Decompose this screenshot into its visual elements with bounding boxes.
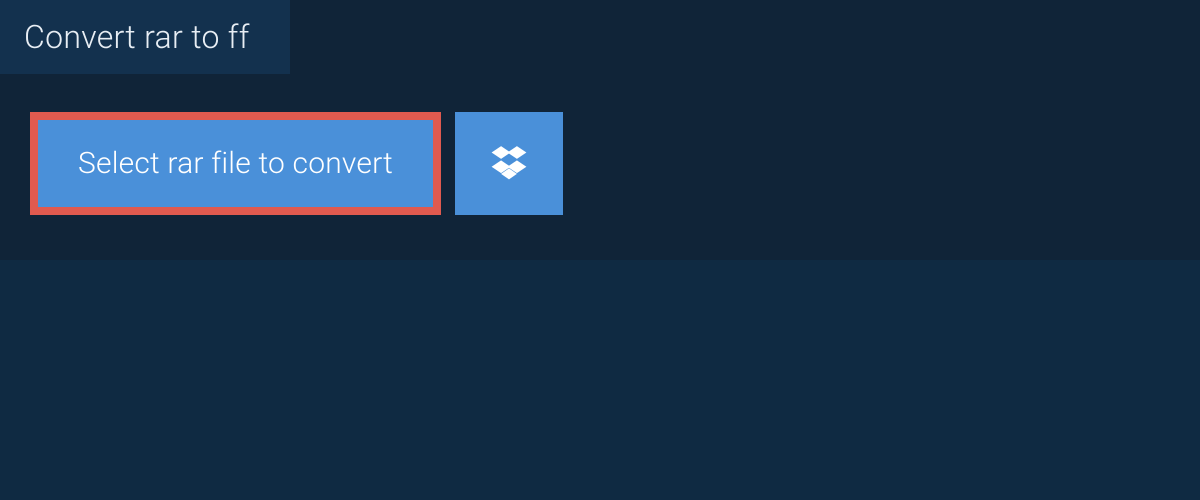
dropbox-button[interactable] xyxy=(455,112,563,215)
tab-convert[interactable]: Convert rar to ff xyxy=(0,0,290,74)
select-file-button[interactable]: Select rar file to convert xyxy=(30,112,441,215)
button-row: Select rar file to convert xyxy=(30,112,1200,215)
convert-panel: Convert rar to ff Select rar file to con… xyxy=(0,0,1200,260)
tab-title: Convert rar to ff xyxy=(24,18,250,56)
dropbox-icon xyxy=(490,143,528,185)
select-file-label: Select rar file to convert xyxy=(78,146,393,181)
